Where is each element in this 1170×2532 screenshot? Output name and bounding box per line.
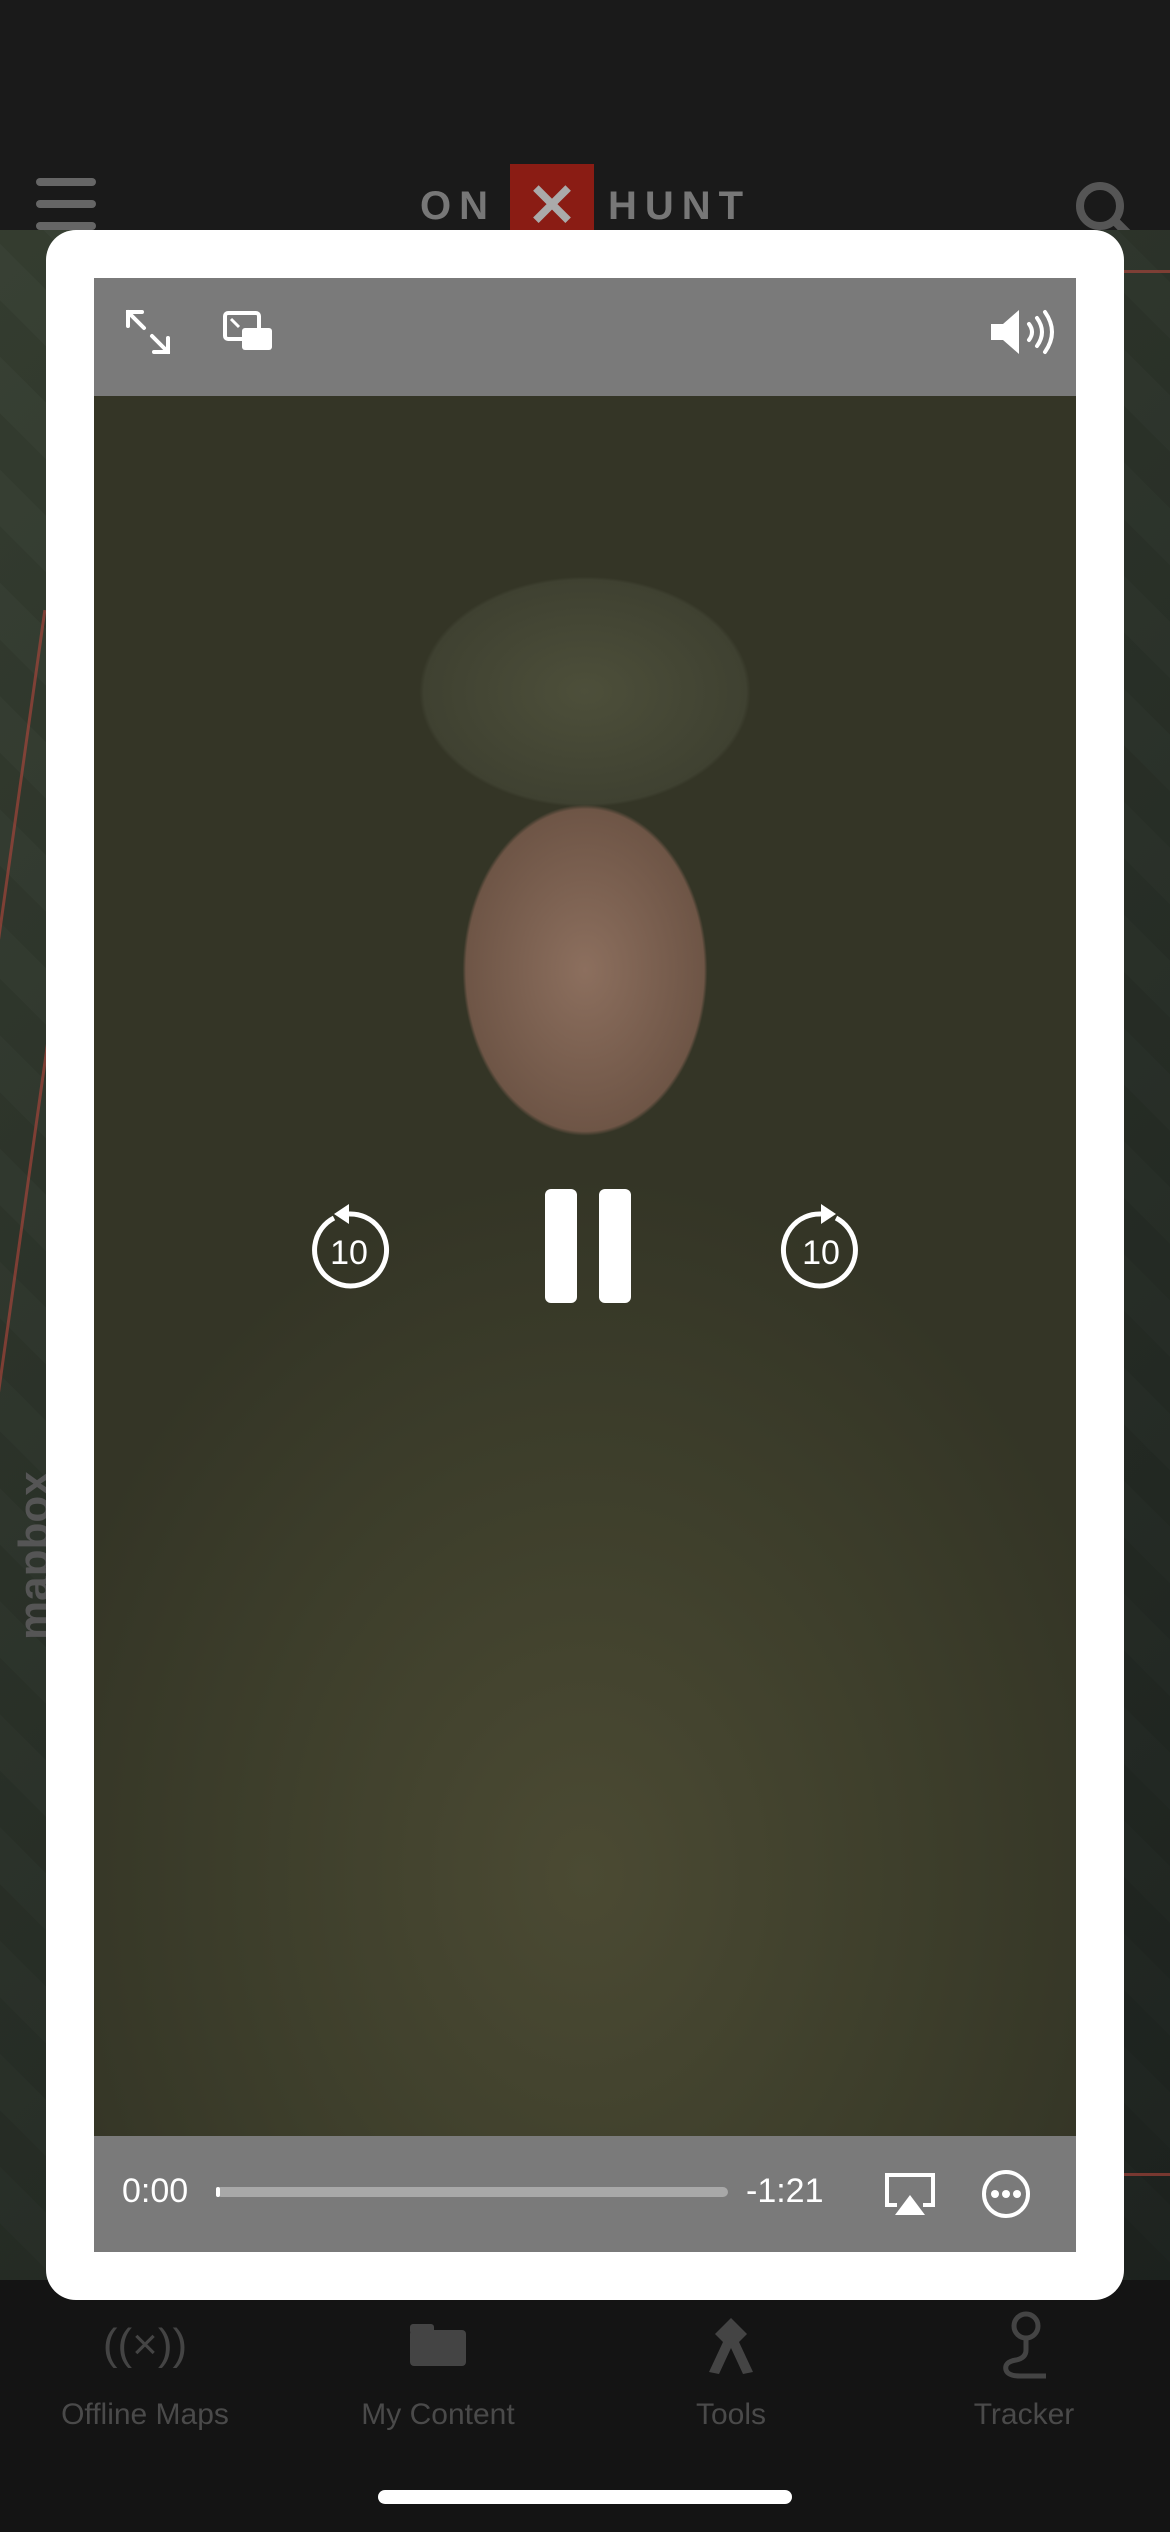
volume-icon[interactable] [984,296,1060,368]
elapsed-time: 0:00 [122,2172,189,2210]
offline-maps-icon: ((×)) [102,2320,188,2369]
my-content-icon [313,2310,563,2380]
nav-offline-maps[interactable]: ((×)) Offline Maps [20,2310,270,2432]
fullscreen-icon[interactable] [112,296,184,368]
home-indicator [378,2490,792,2504]
skip-forward-seconds: 10 [802,1234,840,1272]
video-frame[interactable]: 10 10 [94,396,1076,2136]
logo-text-right: HUNT [608,183,752,228]
more-options-icon[interactable] [976,2164,1036,2224]
player-bottom-bar: 0:00 -1:21 [94,2136,1076,2252]
menu-icon[interactable] [36,178,96,230]
tracker-icon [899,2310,1149,2380]
skip-forward-10-icon[interactable]: 10 [776,1196,866,1296]
remaining-time: -1:21 [746,2172,824,2210]
nav-tracker-label: Tracker [973,2398,1075,2431]
skip-back-seconds: 10 [330,1234,368,1272]
nav-tools-label: Tools [695,2398,767,2431]
pause-button[interactable] [540,1182,636,1310]
nav-tools[interactable]: Tools [606,2310,856,2432]
picture-in-picture-icon[interactable] [208,296,288,368]
logo-text-left: ON [420,183,496,228]
pause-icon [545,1189,631,1303]
nav-my-content-label: My Content [361,2398,515,2431]
scrubber[interactable] [216,2187,728,2197]
nav-tracker[interactable]: Tracker [899,2310,1149,2432]
video-modal: 10 10 0:00 -1:21 [46,230,1124,2300]
airplay-icon[interactable] [880,2164,940,2224]
nav-offline-maps-label: Offline Maps [61,2398,229,2431]
nav-my-content[interactable]: My Content [313,2310,563,2432]
scrubber-fill [216,2187,220,2197]
skip-back-10-icon[interactable]: 10 [304,1196,394,1296]
tools-icon [606,2310,856,2380]
player-top-bar [94,278,1076,396]
app-header: ON ✕ HUNT [0,0,1170,248]
video-player: 10 10 0:00 -1:21 [94,278,1076,2252]
